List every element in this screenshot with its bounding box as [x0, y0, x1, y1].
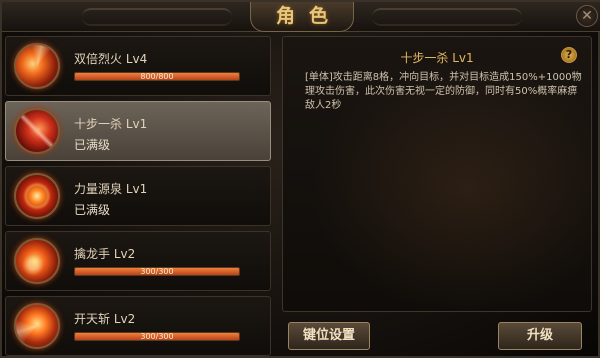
right-ornament [372, 8, 522, 26]
skill-xp-text: 300/300 [140, 332, 174, 341]
skill-name: 双倍烈火 Lv4 [74, 52, 148, 66]
detail-title: 十步一杀 Lv1 [400, 51, 474, 65]
skill-item-shibu-yisha[interactable]: 十步一杀 Lv1 已满级 [5, 101, 271, 161]
skill-xp-bar: 300/300 [74, 332, 240, 341]
skill-item-shuangbei-liehuo[interactable]: 双倍烈火 Lv4 800/800 [5, 36, 271, 96]
power-spring-icon [14, 173, 60, 219]
skill-window: 角色 ✕ 双倍烈火 Lv4 800/800 十步一杀 Lv1 已满级 力量源泉 … [0, 0, 600, 358]
dragon-grab-icon [14, 238, 60, 284]
detail-description: [单体]攻击距离8格，冲向目标，并对目标造成150%+1000物理攻击伤害，此次… [305, 72, 582, 111]
skill-xp-text: 300/300 [140, 267, 174, 276]
keybind-settings-button[interactable]: 键位设置 [288, 322, 370, 350]
skill-max-level-label: 已满级 [74, 138, 111, 152]
upgrade-button[interactable]: 升级 [498, 322, 582, 350]
skill-item-kaitian-zhan[interactable]: 开天斩 Lv2 300/300 [5, 296, 271, 356]
fire-slash-icon [14, 43, 60, 89]
skill-item-qinlong-shou[interactable]: 擒龙手 Lv2 300/300 [5, 231, 271, 291]
skill-xp-text: 800/800 [140, 72, 174, 81]
skill-name: 十步一杀 Lv1 [74, 117, 148, 131]
window-title: 角色 [250, 2, 354, 32]
skill-name: 开天斩 Lv2 [74, 312, 136, 326]
close-button[interactable]: ✕ [576, 5, 598, 27]
skill-name: 力量源泉 Lv1 [74, 182, 148, 196]
skill-name: 擒龙手 Lv2 [74, 247, 136, 261]
help-icon[interactable]: ? [561, 47, 577, 63]
skill-xp-bar: 800/800 [74, 72, 240, 81]
skill-xp-bar: 300/300 [74, 267, 240, 276]
heaven-split-icon [14, 303, 60, 349]
skill-max-level-label: 已满级 [74, 203, 111, 217]
skill-detail-panel: 十步一杀 Lv1 ? [单体]攻击距离8格，冲向目标，并对目标造成150%+10… [282, 36, 592, 312]
dash-strike-icon [14, 108, 60, 154]
left-ornament [82, 8, 232, 26]
skill-item-liliang-yuanquan[interactable]: 力量源泉 Lv1 已满级 [5, 166, 271, 226]
title-bar: 角色 ✕ [2, 2, 600, 32]
skill-list: 双倍烈火 Lv4 800/800 十步一杀 Lv1 已满级 力量源泉 Lv1 已… [5, 36, 271, 358]
